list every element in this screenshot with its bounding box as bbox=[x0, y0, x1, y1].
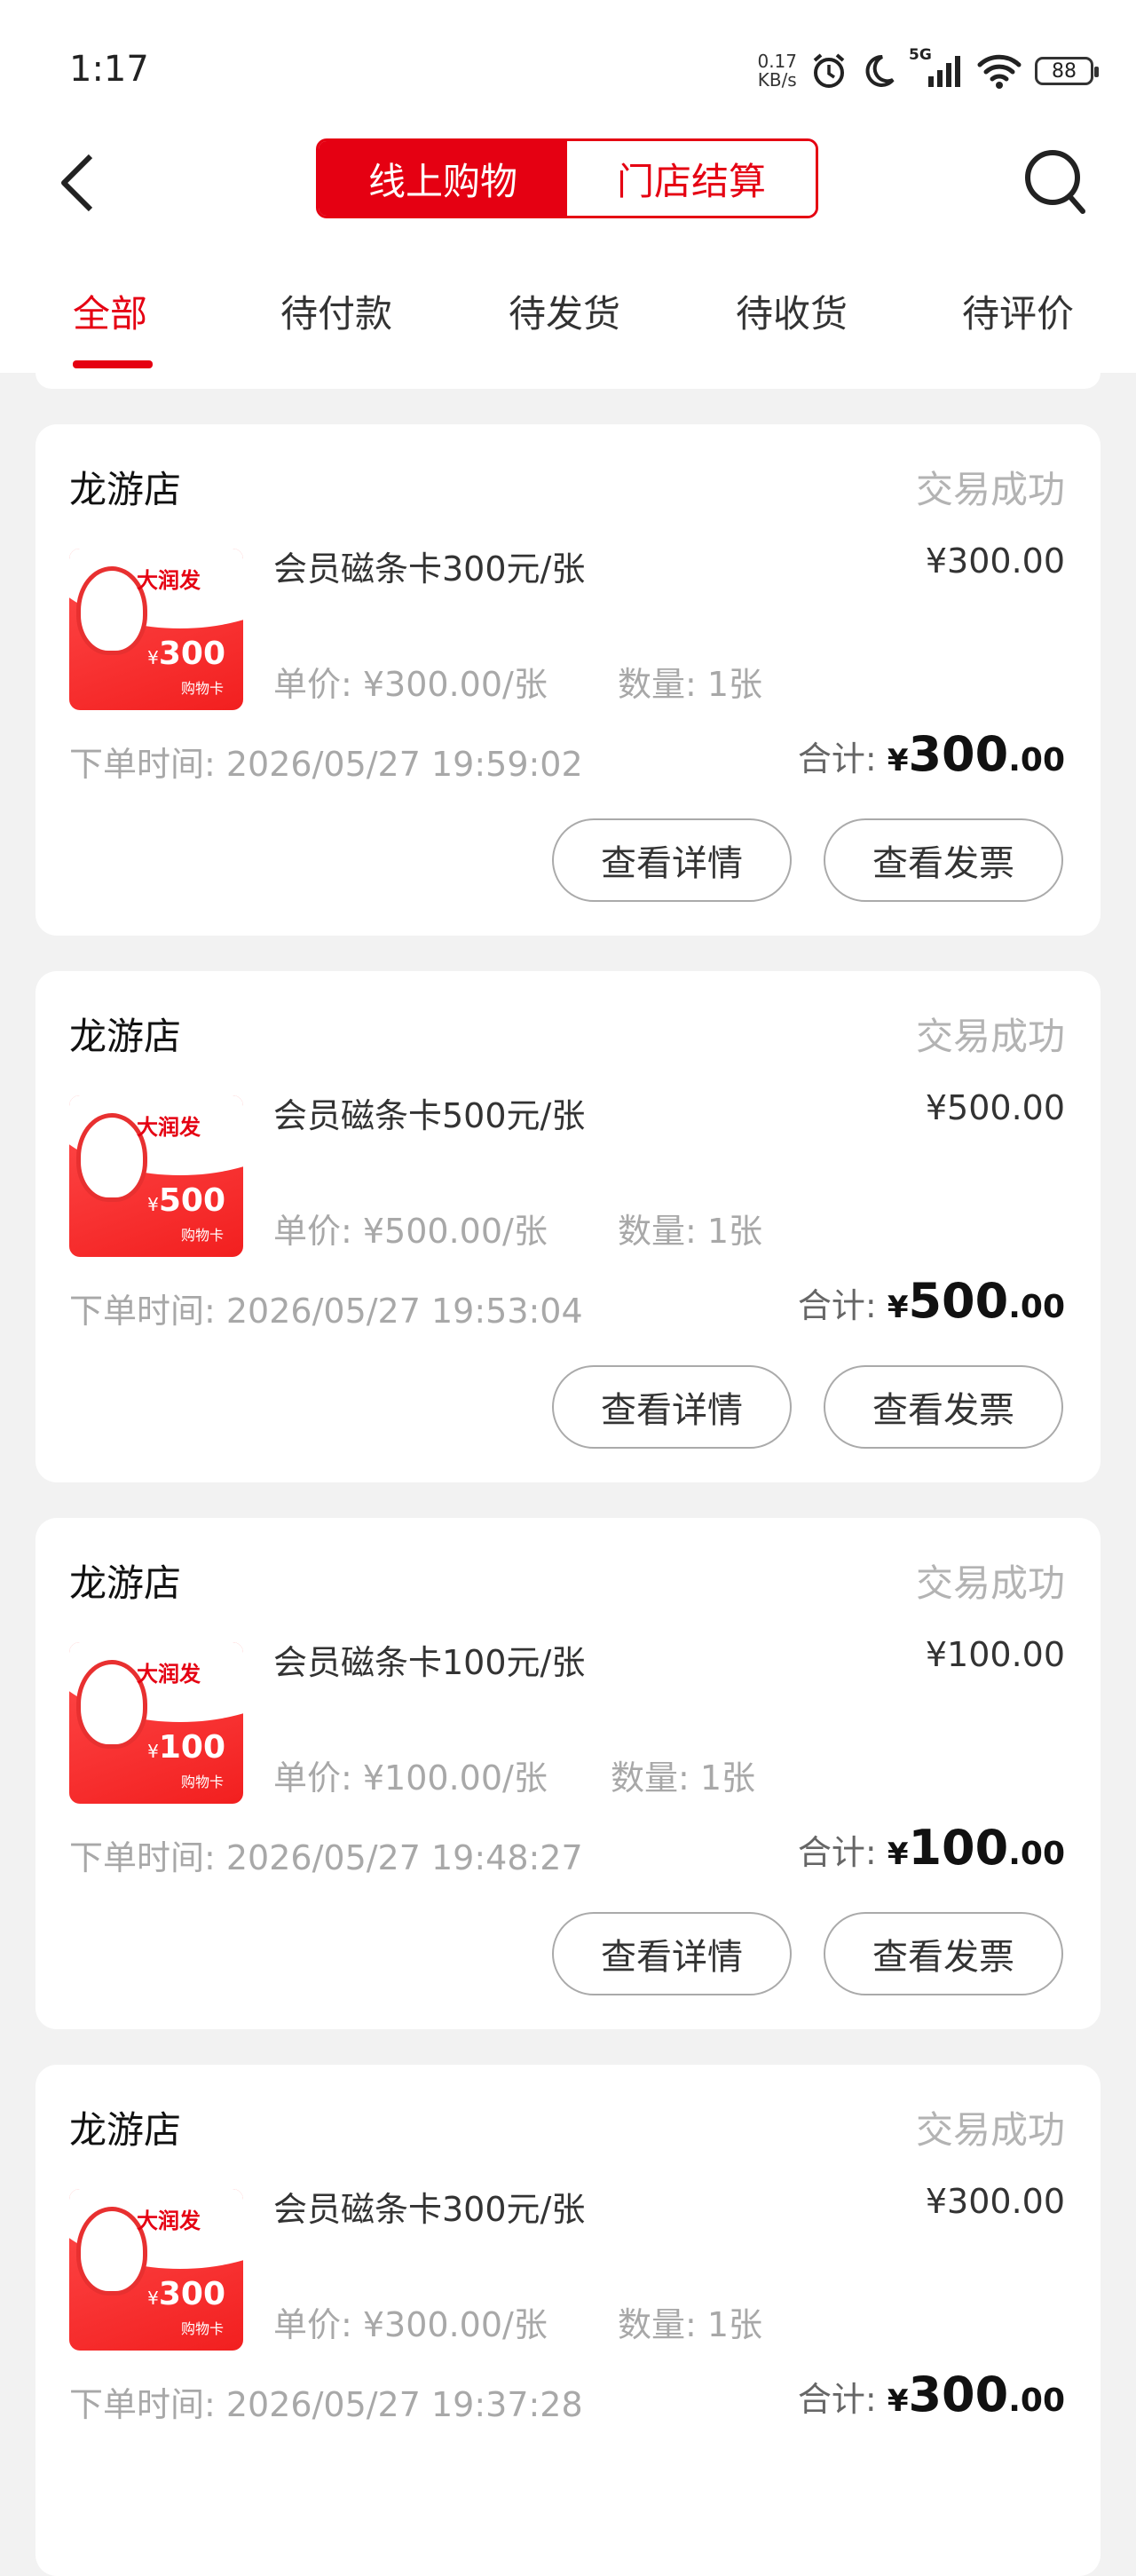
card-face-amount: ¥500 bbox=[147, 1182, 225, 1219]
product-name: 会员磁条卡300元/张 bbox=[273, 2190, 586, 2229]
back-icon[interactable] bbox=[53, 151, 106, 213]
card-face-amount: ¥300 bbox=[147, 2276, 225, 2312]
order-total: 合计: ¥500.00 bbox=[797, 1273, 1065, 1329]
unit-price: 单价: ¥300.00/张 bbox=[273, 665, 548, 704]
alarm-icon bbox=[813, 53, 845, 88]
product-name: 会员磁条卡300元/张 bbox=[273, 549, 586, 589]
quantity: 数量: 1张 bbox=[618, 2305, 763, 2344]
order-total: 合计: ¥300.00 bbox=[797, 726, 1065, 782]
status-time: 1:17 bbox=[69, 49, 149, 90]
store-name: 龙游店 bbox=[69, 1015, 182, 1058]
view-invoice-button[interactable]: 查看发票 bbox=[824, 1365, 1063, 1449]
tab-pending-payment[interactable]: 待付款 bbox=[280, 284, 392, 338]
order-total: 合计: ¥300.00 bbox=[797, 2367, 1065, 2422]
tab-all[interactable]: 全部 bbox=[73, 284, 147, 338]
brand-logo: 大润发 bbox=[137, 568, 201, 593]
quantity: 数量: 1张 bbox=[611, 1758, 756, 1798]
order-time: 下单时间: 2026/05/27 19:53:04 bbox=[69, 1292, 583, 1331]
view-invoice-button[interactable]: 查看发票 bbox=[824, 1912, 1063, 1995]
card-face-label: 购物卡 bbox=[180, 2320, 224, 2337]
order-card[interactable]: 龙游店 交易成功 大润发 ¥100 购物卡 会员磁条卡100元/张 ¥100.0… bbox=[36, 1518, 1100, 2029]
order-card[interactable]: 龙游店 交易成功 大润发 ¥500 购物卡 会员磁条卡500元/张 ¥500.0… bbox=[36, 971, 1100, 1482]
card-face-label: 购物卡 bbox=[180, 1774, 224, 1790]
order-status: 交易成功 bbox=[915, 1015, 1065, 1058]
view-details-button[interactable]: 查看详情 bbox=[552, 1912, 792, 1995]
order-status: 交易成功 bbox=[915, 468, 1065, 511]
product-price: ¥100.00 bbox=[925, 1635, 1065, 1674]
brand-logo: 大润发 bbox=[137, 1662, 201, 1687]
search-icon[interactable] bbox=[1022, 147, 1086, 217]
tab-store-checkout[interactable]: 门店结算 bbox=[567, 141, 816, 216]
product-name: 会员磁条卡500元/张 bbox=[273, 1096, 586, 1135]
wifi-icon bbox=[977, 54, 1022, 89]
status-icons: 0.17 KB/s 5G 88 bbox=[757, 44, 1099, 98]
quantity: 数量: 1张 bbox=[618, 1212, 763, 1251]
top-nav: 线上购物 门店结算 bbox=[0, 133, 1136, 249]
active-tab-indicator bbox=[73, 360, 153, 368]
product-price: ¥300.00 bbox=[925, 541, 1065, 581]
product-thumbnail[interactable]: 大润发 ¥300 购物卡 bbox=[69, 2189, 243, 2351]
battery-icon: 88 bbox=[1035, 57, 1099, 85]
store-name: 龙游店 bbox=[69, 1561, 182, 1605]
brand-logo: 大润发 bbox=[137, 2209, 201, 2233]
brand-logo: 大润发 bbox=[137, 1115, 201, 1140]
net-speed: 0.17 KB/s bbox=[757, 51, 797, 91]
store-name: 龙游店 bbox=[69, 2108, 182, 2152]
order-time: 下单时间: 2026/05/27 19:37:28 bbox=[69, 2385, 583, 2424]
card-face-label: 购物卡 bbox=[180, 680, 224, 697]
product-price: ¥300.00 bbox=[925, 2182, 1065, 2221]
signal-icon: 5G bbox=[909, 46, 964, 89]
unit-price: 单价: ¥100.00/张 bbox=[273, 1758, 548, 1798]
previous-order-card-edge bbox=[36, 373, 1100, 389]
quantity: 数量: 1张 bbox=[618, 665, 763, 704]
product-thumbnail[interactable]: 大润发 ¥300 购物卡 bbox=[69, 549, 243, 710]
card-face-amount: ¥300 bbox=[147, 636, 225, 672]
card-face-amount: ¥100 bbox=[147, 1729, 225, 1766]
product-name: 会员磁条卡100元/张 bbox=[273, 1643, 586, 1682]
order-status: 交易成功 bbox=[915, 2108, 1065, 2152]
product-thumbnail[interactable]: 大润发 ¥500 购物卡 bbox=[69, 1095, 243, 1257]
order-card[interactable]: 龙游店 交易成功 大润发 ¥300 购物卡 会员磁条卡300元/张 ¥300.0… bbox=[36, 424, 1100, 936]
order-time: 下单时间: 2026/05/27 19:59:02 bbox=[69, 745, 583, 784]
product-price: ¥500.00 bbox=[925, 1088, 1065, 1127]
status-bar: 1:17 0.17 KB/s 5G 88 bbox=[0, 0, 1136, 133]
tab-pending-receipt[interactable]: 待收货 bbox=[736, 284, 848, 338]
view-details-button[interactable]: 查看详情 bbox=[552, 818, 792, 902]
product-thumbnail[interactable]: 大润发 ¥100 购物卡 bbox=[69, 1642, 243, 1804]
order-time: 下单时间: 2026/05/27 19:48:27 bbox=[69, 1838, 583, 1877]
order-status: 交易成功 bbox=[915, 1561, 1065, 1605]
order-status-tabs: 全部 待付款 待发货 待收货 待评价 bbox=[0, 249, 1136, 373]
moon-icon bbox=[865, 54, 895, 87]
tab-pending-shipment[interactable]: 待发货 bbox=[509, 284, 620, 338]
tab-online-shopping[interactable]: 线上购物 bbox=[319, 141, 567, 216]
card-face-label: 购物卡 bbox=[180, 1227, 224, 1244]
tab-pending-review[interactable]: 待评价 bbox=[962, 284, 1074, 338]
order-card[interactable]: 龙游店 交易成功 大润发 ¥300 购物卡 会员磁条卡300元/张 ¥300.0… bbox=[36, 2065, 1100, 2576]
unit-price: 单价: ¥500.00/张 bbox=[273, 1212, 548, 1251]
store-name: 龙游店 bbox=[69, 468, 182, 511]
order-total: 合计: ¥100.00 bbox=[797, 1820, 1065, 1876]
unit-price: 单价: ¥300.00/张 bbox=[273, 2305, 548, 2344]
view-invoice-button[interactable]: 查看发票 bbox=[824, 818, 1063, 902]
shopping-mode-switch: 线上购物 门店结算 bbox=[316, 138, 818, 218]
view-details-button[interactable]: 查看详情 bbox=[552, 1365, 792, 1449]
